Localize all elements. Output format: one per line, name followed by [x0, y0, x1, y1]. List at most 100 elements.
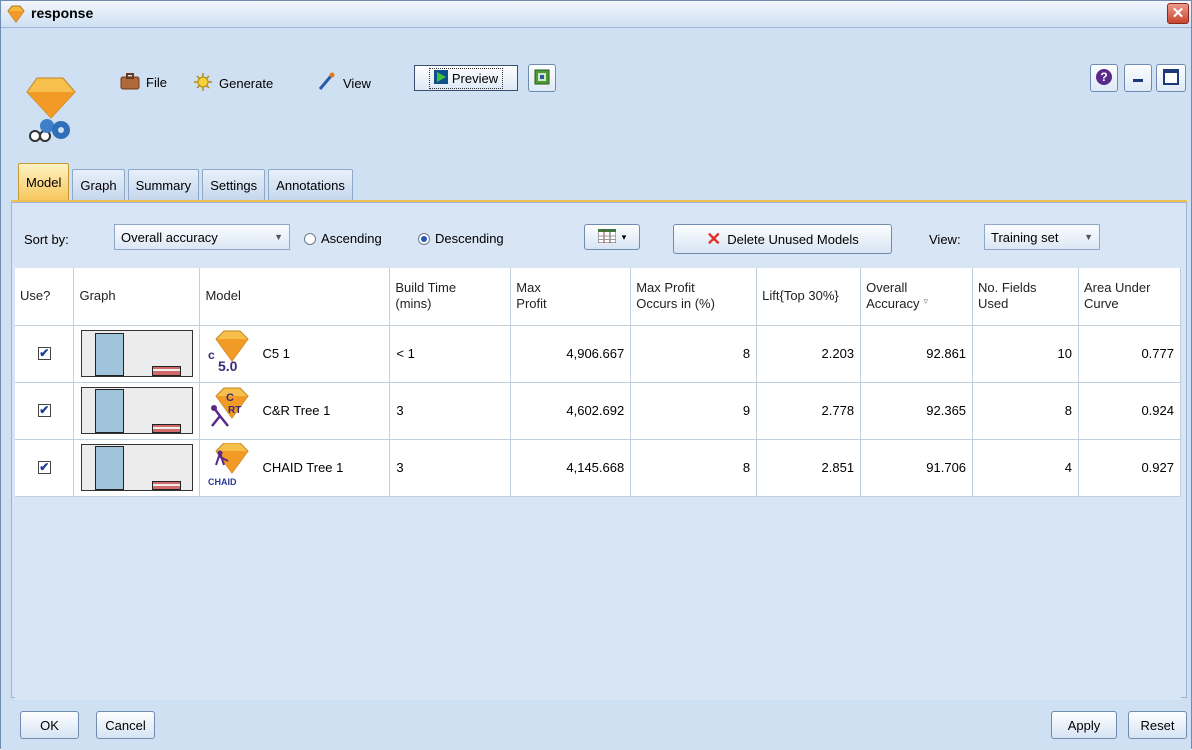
auc-cell: 0.924: [1078, 382, 1181, 440]
build-time-cell: < 1: [389, 325, 512, 383]
checkmark-icon: ✔: [39, 346, 50, 360]
use-checkbox[interactable]: ✔: [37, 346, 51, 360]
ascending-radio[interactable]: Ascending: [304, 231, 382, 246]
auc-cell: 0.777: [1078, 325, 1181, 383]
delete-unused-models-label: Delete Unused Models: [727, 231, 859, 247]
column-header-graph[interactable]: Graph: [73, 268, 201, 326]
header-text: Accuracy: [866, 295, 920, 311]
checkmark-icon: ✔: [39, 403, 50, 417]
lift-cell: 2.203: [756, 325, 862, 383]
header-text: Overall: [866, 279, 908, 295]
svg-text:c: c: [208, 348, 215, 362]
reset-button[interactable]: Reset: [1128, 711, 1187, 739]
model-cell: CHAID CHAID Tree 1: [199, 439, 391, 497]
maximize-button[interactable]: [1156, 64, 1186, 92]
graph-cell: [73, 382, 201, 440]
column-header-auc[interactable]: Area Under Curve: [1078, 268, 1181, 326]
view-menu[interactable]: View: [317, 72, 371, 95]
minimize-button[interactable]: [1124, 64, 1152, 92]
mini-bar-chart[interactable]: [80, 387, 193, 434]
radio-off-icon: [304, 232, 316, 245]
tab-summary[interactable]: Summary: [127, 169, 200, 201]
tab-label: Summary: [135, 178, 192, 193]
brush-icon: [317, 72, 337, 95]
model-panel: Sort by: Overall accuracy ▼ Ascending De…: [11, 202, 1187, 702]
generate-menu[interactable]: Generate: [193, 72, 273, 95]
table-row: ✔ C RT C&R Tree 1 3 4,602.692 9 2.778 92.3…: [15, 382, 1181, 440]
models-table-container: Use? Graph Model Build Time (mins) Max Pro…: [15, 268, 1181, 702]
column-header-use[interactable]: Use?: [15, 268, 75, 326]
header-text: Profit: [516, 296, 547, 312]
ascending-label: Ascending: [321, 231, 382, 246]
mini-bar-chart[interactable]: [80, 330, 193, 377]
briefcase-icon: [120, 72, 140, 93]
header-text: (mins): [395, 296, 432, 312]
tab-model[interactable]: Model: [18, 163, 70, 201]
fields-used-cell: 10: [972, 325, 1079, 383]
apply-button[interactable]: Apply: [1051, 711, 1117, 739]
use-checkbox[interactable]: ✔: [37, 403, 51, 417]
apply-label: Apply: [1067, 717, 1101, 733]
column-header-build-time[interactable]: Build Time (mins): [389, 268, 512, 326]
view-value: Training set: [991, 229, 1059, 245]
mini-bar-chart[interactable]: [80, 444, 193, 491]
help-icon: ?: [1095, 68, 1113, 89]
tab-bar: Model Graph Summary Settings Annotations: [18, 161, 353, 201]
chaid-model-icon[interactable]: CHAID: [206, 442, 252, 492]
chevron-down-icon: ▼: [1084, 232, 1093, 242]
delete-unused-models-button[interactable]: ✕ Delete Unused Models: [673, 224, 892, 254]
graph-cell: [73, 439, 201, 497]
chevron-down-icon: ▼: [274, 232, 283, 242]
radio-on-icon: [418, 232, 430, 245]
cancel-label: Cancel: [105, 717, 146, 733]
header-text: Lift{Top 30%}: [762, 288, 839, 304]
window-title: response: [31, 5, 94, 21]
tab-label: Model: [26, 175, 62, 190]
descending-radio[interactable]: Descending: [418, 231, 504, 246]
sort-field-value: Overall accuracy: [121, 229, 218, 245]
help-button[interactable]: ?: [1090, 64, 1118, 92]
use-checkbox[interactable]: ✔: [37, 461, 51, 474]
play-icon: [433, 69, 448, 87]
bar-red: [151, 424, 181, 433]
reset-label: Reset: [1140, 717, 1175, 733]
c50-model-icon[interactable]: c 5.0: [206, 329, 252, 378]
view-select[interactable]: Training set ▼: [984, 224, 1100, 250]
close-button[interactable]: ✕: [1167, 3, 1189, 24]
profit-occurs-cell: 9: [630, 382, 758, 440]
fields-used-cell: 4: [972, 439, 1079, 497]
tab-graph[interactable]: Graph: [72, 169, 125, 201]
model-name: CHAID Tree 1: [262, 460, 344, 475]
models-table-body: ✔ c 5.0 C5 1 < 1 4,906.667 8 2.203 92.861 …: [15, 325, 1181, 497]
ok-button[interactable]: OK: [20, 711, 79, 739]
column-header-lift[interactable]: Lift{Top 30%}: [756, 268, 862, 326]
profit-occurs-cell: 8: [630, 439, 758, 497]
tab-annotations[interactable]: Annotations: [268, 169, 353, 201]
sort-field-select[interactable]: Overall accuracy ▼: [114, 224, 290, 250]
column-chooser-button[interactable]: ▾: [584, 224, 640, 250]
build-time-cell: 3: [389, 439, 512, 497]
column-header-profit-occurs[interactable]: Max Profit Occurs in (%): [630, 268, 758, 326]
column-header-overall-accuracy[interactable]: Overall Accuracy ▿: [860, 268, 974, 326]
column-header-model[interactable]: Model: [199, 268, 391, 326]
preview-button[interactable]: Preview: [414, 65, 518, 91]
bar-red: [151, 481, 181, 490]
header-text: Used: [978, 296, 1009, 312]
file-menu[interactable]: File: [120, 72, 167, 93]
column-header-fields-used[interactable]: No. Fields Used: [972, 268, 1079, 326]
bar-blue: [94, 333, 124, 376]
model-cell: c 5.0 C5 1: [199, 325, 391, 383]
svg-text:5.0: 5.0: [218, 358, 238, 374]
column-header-max-profit[interactable]: Max Profit: [510, 268, 632, 326]
export-button[interactable]: [528, 64, 556, 92]
profit-occurs-cell: 8: [630, 325, 758, 383]
view-menu-label: View: [343, 76, 371, 91]
header-text: Build Time: [395, 280, 457, 296]
table-row: ✔ c 5.0 C5 1 < 1 4,906.667 8 2.203 92.861 …: [15, 325, 1181, 383]
maximize-icon: [1162, 68, 1180, 89]
max-profit-cell: 4,906.667: [510, 325, 632, 383]
cancel-button[interactable]: Cancel: [96, 711, 155, 739]
cr-tree-model-icon[interactable]: C RT: [206, 386, 252, 435]
tab-settings[interactable]: Settings: [202, 169, 266, 201]
red-x-icon: ✕: [706, 228, 722, 249]
